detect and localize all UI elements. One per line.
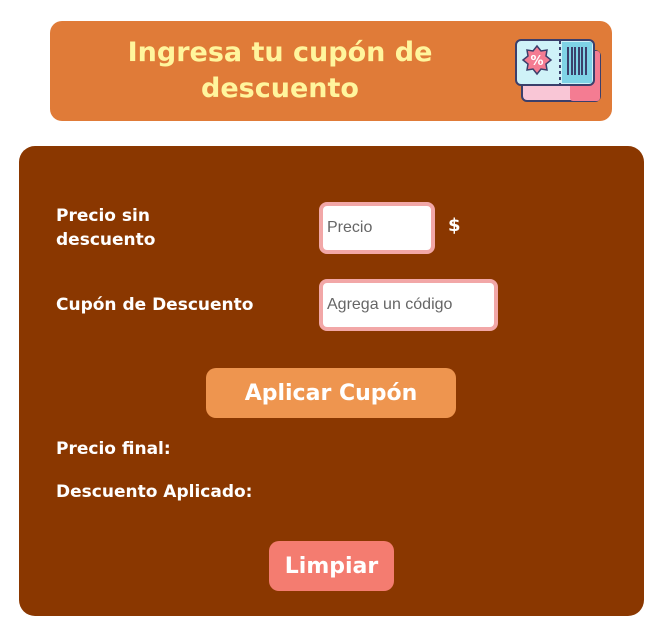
header-banner: Ingresa tu cupón de descuento % [50, 21, 612, 121]
svg-text:%: % [530, 54, 543, 69]
price-input[interactable] [319, 202, 435, 254]
price-label: Precio sin descuento [56, 206, 156, 250]
discount-applied-label: Descuento Aplicado: [56, 482, 253, 502]
coupon-label: Cupón de Descuento [56, 295, 254, 315]
coupon-code-input[interactable] [319, 279, 498, 331]
coupon-form-card: Precio sin descuento $ Cupón de Descuent… [19, 146, 644, 616]
coupon-ticket-icon: % [515, 39, 601, 102]
clear-button[interactable]: Limpiar [269, 541, 394, 591]
apply-coupon-button[interactable]: Aplicar Cupón [206, 368, 456, 418]
page-title: Ingresa tu cupón de descuento [127, 37, 433, 104]
currency-symbol: $ [448, 215, 461, 236]
final-price-label: Precio final: [56, 439, 171, 459]
